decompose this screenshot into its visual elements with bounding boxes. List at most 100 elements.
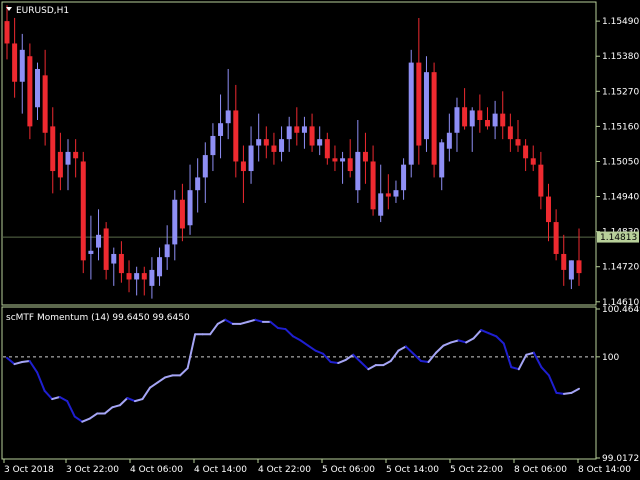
candle-body — [57, 151, 63, 178]
momentum-segment — [419, 359, 430, 363]
price-tick-label: 1.15490 — [602, 17, 639, 27]
candle-body — [401, 164, 407, 191]
momentum-tick-label: 100 — [602, 353, 619, 363]
price-tick-label: 1.14720 — [602, 263, 639, 273]
candle-body — [484, 120, 490, 127]
candle-body — [416, 62, 422, 146]
candle-body — [492, 113, 498, 127]
candle-body — [50, 126, 56, 172]
candle-body — [179, 199, 185, 229]
time-tick-label: 4 Oct 06:00 — [130, 465, 183, 475]
candle-body — [530, 158, 536, 165]
momentum-tick-label: 100.4649 — [602, 305, 640, 315]
candle-body — [240, 161, 246, 172]
candle-body — [446, 132, 452, 149]
candle-body — [317, 139, 323, 146]
momentum-segment — [21, 359, 31, 363]
time-tick-label: 4 Oct 22:00 — [258, 465, 311, 475]
symbol-title: EURUSD,H1 — [16, 6, 69, 16]
candle-body — [408, 62, 414, 165]
candle-body — [561, 253, 567, 270]
candle-body — [507, 126, 513, 140]
candle-body — [340, 158, 346, 162]
candle-body — [126, 273, 132, 280]
chart-background — [0, 0, 640, 480]
candle-body — [523, 145, 529, 159]
candle-body — [225, 110, 231, 124]
candle-body — [218, 123, 224, 136]
candle-body — [385, 193, 391, 197]
candle-body — [256, 139, 262, 146]
candle-body — [141, 273, 147, 280]
momentum-segment — [555, 391, 565, 395]
time-tick-label: 8 Oct 14:00 — [578, 465, 631, 475]
candle-body — [210, 135, 216, 156]
bid-price-tag: 1.14813 — [597, 231, 639, 243]
candle-body — [462, 107, 468, 127]
momentum-segment — [562, 391, 573, 395]
candle-body — [309, 126, 315, 146]
candle-body — [12, 43, 18, 82]
candle-body — [362, 151, 368, 162]
price-tick-label: 1.15270 — [602, 87, 639, 97]
trading-chart[interactable]: 1.15490 1.15380 1.15270 1.15160 1.15050 1.149… — [0, 0, 640, 480]
candle-body — [324, 139, 330, 159]
price-axis: 1.15490 1.15380 1.15270 1.15160 1.15050 1.149… — [596, 17, 639, 308]
candle-body — [65, 151, 71, 165]
candle-body — [378, 193, 384, 216]
candle-body — [568, 260, 574, 280]
candle-body — [439, 142, 445, 178]
momentum-segment — [329, 360, 340, 365]
price-tick-label: 1.15380 — [602, 52, 639, 62]
bid-price-label: 1.14813 — [600, 233, 637, 243]
candle-body — [27, 56, 33, 127]
candle-body — [4, 21, 10, 44]
time-tick-label: 3 Oct 22:00 — [66, 465, 119, 475]
candle-body — [576, 260, 582, 274]
candle-body — [134, 273, 140, 280]
time-tick-label: 4 Oct 14:00 — [194, 465, 247, 475]
candle-body — [111, 253, 117, 264]
candle-body — [187, 190, 193, 226]
candle-body — [103, 228, 109, 270]
candle-body — [19, 49, 25, 82]
candle-body — [271, 145, 277, 152]
momentum-tick-label: 99.0172 — [602, 454, 639, 464]
candle-body — [370, 161, 376, 210]
momentum-segment — [276, 327, 287, 331]
price-tick-label: 1.15160 — [602, 122, 639, 132]
candle-body — [195, 177, 201, 191]
candle-body — [538, 164, 544, 197]
candle-body — [301, 126, 307, 133]
price-tick-label: 1.14940 — [602, 193, 639, 203]
candle-body — [515, 139, 521, 146]
time-tick-label: 8 Oct 06:00 — [514, 465, 567, 475]
candle-body — [73, 151, 79, 159]
candle-body — [157, 257, 163, 277]
candle-body — [477, 110, 483, 121]
time-tick-label: 3 Oct 2018 — [4, 465, 54, 475]
candle-body — [96, 234, 102, 248]
candle-body — [35, 68, 41, 108]
candle-body — [347, 158, 353, 172]
candle-body — [553, 222, 559, 254]
candle-body — [355, 151, 361, 191]
candle-body — [423, 72, 429, 140]
candle-body — [279, 139, 285, 152]
candle-body — [454, 107, 460, 133]
candle-body — [42, 75, 48, 133]
candle-body — [202, 155, 208, 178]
time-tick-label: 5 Oct 06:00 — [322, 465, 375, 475]
candle-body — [233, 110, 239, 162]
indicator-title: scMTF Momentum (14) 99.6450 99.6450 — [6, 313, 190, 323]
candle-body — [80, 161, 86, 261]
price-tick-label: 1.15050 — [602, 157, 639, 167]
candle-body — [164, 244, 170, 258]
candle-body — [431, 72, 437, 165]
candle-body — [500, 113, 506, 127]
candle-body — [393, 190, 399, 197]
candle-body — [149, 269, 155, 286]
candle-body — [469, 110, 475, 127]
candle-body — [294, 126, 300, 133]
candle-body — [248, 145, 254, 172]
